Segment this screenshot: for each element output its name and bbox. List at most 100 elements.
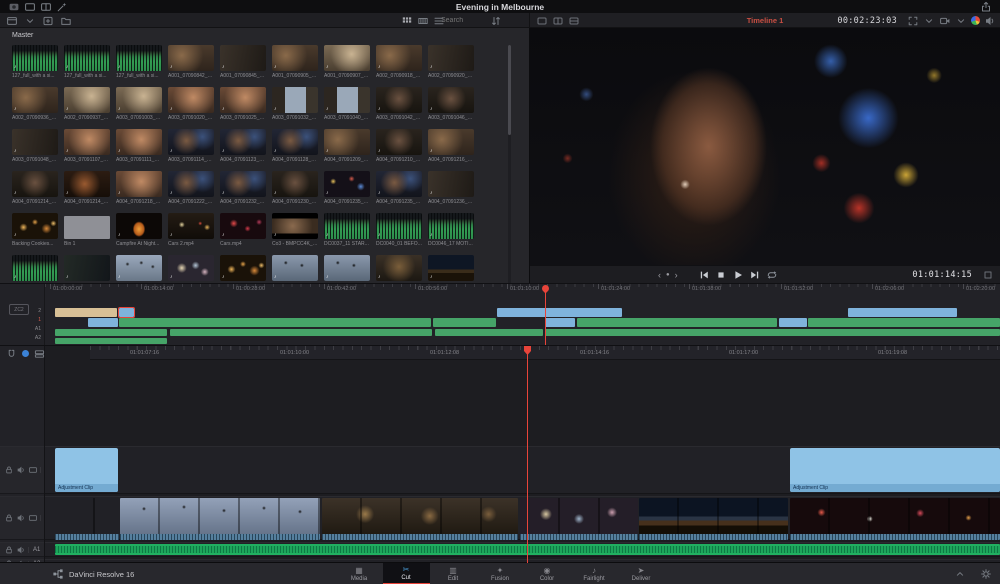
go-to-end-button[interactable] [749,269,761,281]
media-clip[interactable]: ♪A003_07091048_C... [12,129,60,171]
search-input[interactable] [441,17,483,24]
marker-icon[interactable] [22,350,29,357]
media-clip[interactable]: ♪A003_07091042_C... [376,87,424,129]
media-clip[interactable]: ♪A004_07091236_C... [428,171,476,213]
media-clip[interactable]: ♪A002_07090936_C... [12,87,60,129]
tools-icon[interactable] [982,269,994,281]
media-pool-scrollbar[interactable] [508,45,511,303]
stop-button[interactable] [715,269,727,281]
media-clip[interactable]: ♪A003_07091046_C... [428,87,476,129]
video-clip[interactable] [520,498,638,540]
media-clip[interactable]: ♪A003_07091032_C... [272,87,320,129]
track-header-1[interactable]: 1 [0,496,44,540]
media-clip[interactable]: Bin 1 [64,213,112,255]
media-clip[interactable]: ♪A003_07091040_C... [324,87,372,129]
media-clip[interactable]: ♪A002_07090920_C... [428,45,476,87]
media-clip[interactable]: ♪Campfire At Night... [116,213,164,255]
tab-media[interactable]: ▦Media [336,563,383,584]
media-clip[interactable]: ♪A003_07091025_C... [220,87,268,129]
overview-clip[interactable] [779,318,807,327]
tab-fairlight[interactable]: ♪Fairlight [571,563,618,584]
audio-track-a1-lane[interactable] [45,542,1000,557]
go-to-start-button[interactable] [698,269,710,281]
adjustment-clip[interactable]: Adjustment Clip [790,448,1000,492]
media-clip[interactable]: ♪A001_07090842_C... [168,45,216,87]
timeline-body[interactable]: 01:01:07:1601:01:10:0001:01:12:0801:01:1… [45,346,1000,563]
lock-icon[interactable] [4,465,14,475]
timeline-playhead[interactable] [527,346,528,563]
media-clip[interactable]: ♪A003_07091003_C... [116,87,164,129]
overview-clip[interactable] [848,308,957,317]
overview-clip[interactable] [545,318,575,327]
media-pool-bin-icon[interactable] [5,15,19,27]
media-clip[interactable]: ♪A004_07091210_C... [376,129,424,171]
play-button[interactable] [732,269,744,281]
tab-color[interactable]: ◉Color [524,563,571,584]
bin-name[interactable]: Master [12,32,33,39]
jog-right-icon[interactable]: › [675,270,678,280]
track-header-2[interactable]: 2 [0,446,44,494]
media-clip[interactable]: ♪A004_07091209_C... [324,129,372,171]
media-clip[interactable]: ♪Cars 2.mp4 [168,213,216,255]
zoom-chevron-icon[interactable] [923,15,935,26]
media-clip[interactable]: ♪127_full_with a si... [116,45,164,87]
media-clip[interactable]: ♪A003_07091020_C... [168,87,216,129]
media-clip[interactable]: ♪A004_07091235_C... [376,171,424,213]
overview-playhead[interactable] [545,286,546,345]
bin-chevron-down-icon[interactable] [23,15,37,27]
tab-fusion[interactable]: ✦Fusion [477,563,524,584]
video-track-icon[interactable] [28,513,38,523]
media-clip[interactable]: ♪A004_07091216_C... [428,129,476,171]
media-clip[interactable]: ♪DC0046_17 MOTI... [428,213,476,255]
import-folder-icon[interactable] [59,15,73,27]
tab-edit[interactable]: ▥Edit [430,563,477,584]
settings-gear-icon[interactable] [980,568,992,580]
overview-clip[interactable] [119,308,134,317]
media-clip[interactable]: ♪DC0037_11 STAR... [324,213,372,255]
overview-clip[interactable] [55,329,167,336]
sort-icon[interactable] [489,15,503,27]
chevron-up-icon[interactable] [954,568,966,580]
media-clip[interactable]: ♪A004_07091230_C... [272,171,320,213]
media-clip[interactable]: ♪Cars.mp4 [220,213,268,255]
media-clip[interactable]: ♪A002_07090937_C... [64,87,112,129]
overview-clip[interactable] [170,329,432,336]
camera-chevron-icon[interactable] [955,15,967,26]
media-clip[interactable]: ♪Backing Cookies... [12,213,60,255]
speaker-icon[interactable] [16,465,26,475]
scrollbar-handle[interactable] [508,45,511,135]
speaker-icon[interactable] [16,513,26,523]
camera-icon[interactable] [939,15,951,26]
media-clip[interactable]: ♪A004_07091214_C... [12,171,60,213]
video-track-2-lane[interactable]: Adjustment Clip Adjustment Clip [45,446,1000,494]
audio-monitor-icon[interactable] [984,15,996,26]
overview-clip[interactable] [88,318,118,327]
overview-clip[interactable] [808,318,1000,327]
media-clip[interactable]: ♪A004_07091235_C... [324,171,372,213]
adjustment-clip[interactable]: Adjustment Clip [55,448,118,492]
jog-left-icon[interactable]: ‹ [658,270,661,280]
jog-control[interactable]: ‹ ● › [658,270,678,280]
media-clip[interactable]: ♪A003_07091111_C... [116,129,164,171]
media-clip[interactable]: ♪A004_07091123_C... [220,129,268,171]
expand-viewer-icon[interactable] [907,15,919,26]
media-clip[interactable]: ♪A003_07091114_C... [168,129,216,171]
media-clip[interactable]: ♪A004_07091232_C... [220,171,268,213]
media-clip[interactable]: ♪A002_07090918_C... [376,45,424,87]
video-track-1-lane[interactable] [45,496,1000,540]
loop-button[interactable] [766,269,778,281]
video-clip[interactable] [639,498,788,540]
overview-clip[interactable] [577,318,777,327]
media-clip[interactable]: ♪A004_07091218_C... [116,171,164,213]
strip-view-icon[interactable] [416,15,429,26]
lock-icon[interactable] [4,545,14,555]
timeline-ruler[interactable]: 01:01:07:1601:01:10:0001:01:12:0801:01:1… [90,346,1000,360]
media-clip[interactable]: ♪A004_07091214_C... [64,171,112,213]
media-clip[interactable]: ♪A004_07091128_C... [272,129,320,171]
lock-icon[interactable] [4,513,14,523]
overview-clip[interactable] [435,329,543,336]
video-clip[interactable] [790,498,1000,540]
import-media-icon[interactable] [41,15,55,27]
overview-scope-badge[interactable]: ZC2 [9,304,29,315]
media-clip[interactable]: ♪Co3 - BMPCC4K_jo... [272,213,320,255]
